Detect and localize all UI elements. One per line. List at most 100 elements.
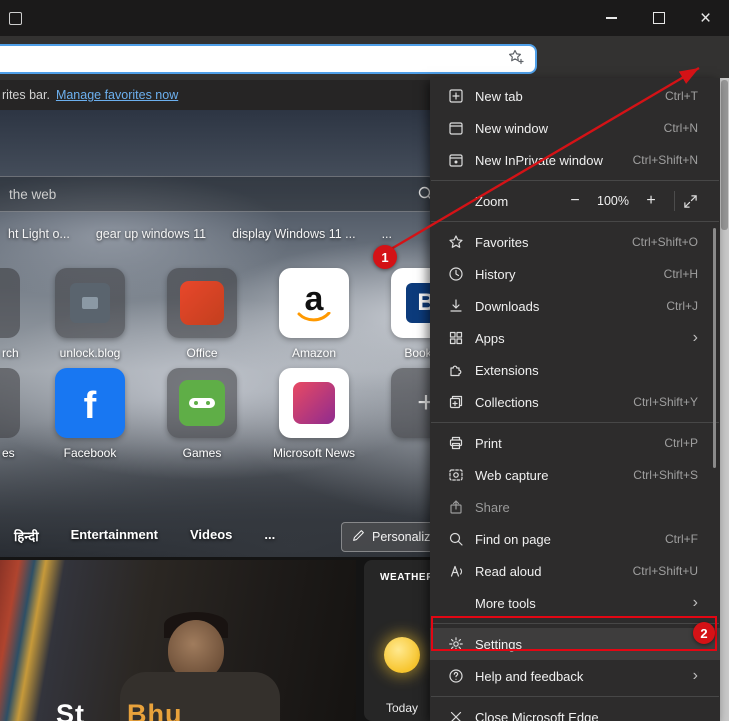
extensions-icon xyxy=(448,362,464,378)
tiles-row-2: f Facebook Games Microsoft News + xyxy=(55,368,461,460)
tile-amazon[interactable]: a Amazon xyxy=(279,268,349,360)
zoom-in-button[interactable]: + xyxy=(636,192,666,210)
facebook-icon: f xyxy=(83,385,97,427)
maximize-button[interactable] xyxy=(635,0,682,36)
menu-item-collections[interactable]: Collections Ctrl+Shift+Y xyxy=(430,386,720,418)
new-tab-icon xyxy=(448,88,464,104)
suggestion-link[interactable]: display Windows 11 ... xyxy=(232,227,355,241)
menu-item-new-tab[interactable]: New tab Ctrl+T xyxy=(430,80,720,112)
unlock-blog-icon xyxy=(70,283,110,323)
browser-toolbar xyxy=(0,36,729,109)
tiles-row-1: unlock.blog Office a Amazon B Booking xyxy=(55,268,461,360)
menu-item-new-inprivate-window[interactable]: New InPrivate window Ctrl+Shift+N xyxy=(430,144,720,176)
annotation-step-1: 1 xyxy=(373,245,397,269)
tile-label: rch xyxy=(2,346,19,360)
tile-office[interactable]: Office xyxy=(167,268,237,360)
amazon-icon: a xyxy=(304,280,324,318)
menu-item-apps[interactable]: Apps › xyxy=(430,322,720,354)
print-icon xyxy=(448,435,464,451)
close-button[interactable]: × xyxy=(682,0,729,36)
news-tabs-more-icon[interactable]: ... xyxy=(264,527,275,545)
menu-separator xyxy=(430,619,720,628)
menu-item-extensions[interactable]: Extensions xyxy=(430,354,720,386)
minimize-icon xyxy=(606,17,617,19)
menu-scrollbar[interactable] xyxy=(713,228,716,468)
tile-games[interactable]: Games xyxy=(167,368,237,460)
manage-favorites-link[interactable]: Manage favorites now xyxy=(56,88,178,102)
tile-unlock-blog[interactable]: unlock.blog xyxy=(55,268,125,360)
address-bar[interactable] xyxy=(0,44,537,74)
office-icon xyxy=(180,281,224,325)
window-titlebar: × xyxy=(0,0,729,36)
chevron-right-icon: › xyxy=(692,594,698,611)
fullscreen-button[interactable] xyxy=(683,194,698,209)
window-controls: × xyxy=(588,0,729,36)
menu-item-find-on-page[interactable]: Find on page Ctrl+F xyxy=(430,523,720,555)
find-icon xyxy=(448,531,464,547)
collections-icon xyxy=(448,394,464,410)
settings-gear-icon xyxy=(448,636,464,652)
favorites-notice-text: rites bar. xyxy=(2,88,50,102)
downloads-icon xyxy=(448,298,464,314)
news-tab-videos[interactable]: Videos xyxy=(190,527,232,545)
menu-item-help-and-feedback[interactable]: Help and feedback › xyxy=(430,660,720,692)
minimize-button[interactable] xyxy=(588,0,635,36)
page-scrollbar-thumb[interactable] xyxy=(721,80,728,230)
news-article-image[interactable]: St Bhu xyxy=(0,560,356,721)
annotation-step-2: 2 xyxy=(693,622,715,644)
menu-item-history[interactable]: History Ctrl+H xyxy=(430,258,720,290)
add-favorite-star-icon[interactable] xyxy=(507,48,525,71)
maximize-icon xyxy=(652,12,665,24)
read-aloud-icon xyxy=(448,563,464,579)
apps-icon xyxy=(448,330,464,346)
menu-item-new-window[interactable]: New window Ctrl+N xyxy=(430,112,720,144)
menu-separator xyxy=(430,217,720,226)
tile-label: Games xyxy=(182,446,222,460)
menu-item-print[interactable]: Print Ctrl+P xyxy=(430,427,720,459)
tile-partial-left-1[interactable] xyxy=(0,268,20,338)
edge-browser-window: × rites bar. Manage favorites now the we… xyxy=(0,0,729,721)
tab-favicon-placeholder xyxy=(9,12,22,25)
zoom-out-button[interactable]: − xyxy=(560,192,590,210)
menu-separator xyxy=(430,176,720,185)
chevron-right-icon: › xyxy=(692,329,698,346)
sun-icon xyxy=(384,637,420,673)
close-icon: × xyxy=(699,7,712,29)
tile-microsoft-news[interactable]: Microsoft News xyxy=(273,368,355,460)
menu-item-read-aloud[interactable]: Read aloud Ctrl+Shift+U xyxy=(430,555,720,587)
menu-item-favorites[interactable]: Favorites Ctrl+Shift+O xyxy=(430,226,720,258)
article-headline: St Bhu xyxy=(56,699,183,721)
suggestion-link[interactable]: ht Light o... xyxy=(8,227,70,241)
amazon-smile-icon xyxy=(297,312,331,322)
share-icon xyxy=(448,499,464,515)
menu-item-close-microsoft-edge[interactable]: Close Microsoft Edge xyxy=(430,701,720,721)
more-tools-icon-slot xyxy=(448,595,464,611)
chevron-right-icon: › xyxy=(692,667,698,684)
tile-facebook[interactable]: f Facebook xyxy=(55,368,125,460)
menu-separator xyxy=(430,692,720,701)
news-tab-entertainment[interactable]: Entertainment xyxy=(71,527,158,545)
tile-label: unlock.blog xyxy=(59,346,121,360)
zoom-level: 100% xyxy=(597,194,629,208)
menu-item-more-tools[interactable]: More tools › xyxy=(430,587,720,619)
history-icon xyxy=(448,266,464,282)
web-capture-icon xyxy=(448,467,464,483)
settings-and-more-menu: New tab Ctrl+T New window Ctrl+N New InP… xyxy=(430,78,720,721)
menu-item-zoom: Zoom − 100% + xyxy=(430,185,720,217)
menu-item-web-capture[interactable]: Web capture Ctrl+Shift+S xyxy=(430,459,720,491)
tile-partial-left-2[interactable] xyxy=(0,368,20,438)
menu-item-settings[interactable]: Settings xyxy=(430,628,720,660)
page-scrollbar[interactable] xyxy=(720,78,729,721)
tile-label: Microsoft News xyxy=(273,446,356,460)
news-tab-hindi[interactable]: हिन्दी xyxy=(14,527,39,545)
menu-item-share[interactable]: Share xyxy=(430,491,720,523)
suggestion-more-icon[interactable]: ... xyxy=(382,227,392,241)
menu-item-downloads[interactable]: Downloads Ctrl+J xyxy=(430,290,720,322)
personalize-label: Personalize xyxy=(372,530,438,544)
suggestion-link[interactable]: gear up windows 11 xyxy=(96,227,206,241)
inprivate-icon xyxy=(448,152,464,168)
favorites-icon xyxy=(448,234,464,250)
newtab-search-box[interactable]: the web xyxy=(0,176,446,212)
tile-label: es xyxy=(2,446,15,460)
tile-label: Amazon xyxy=(291,346,337,360)
